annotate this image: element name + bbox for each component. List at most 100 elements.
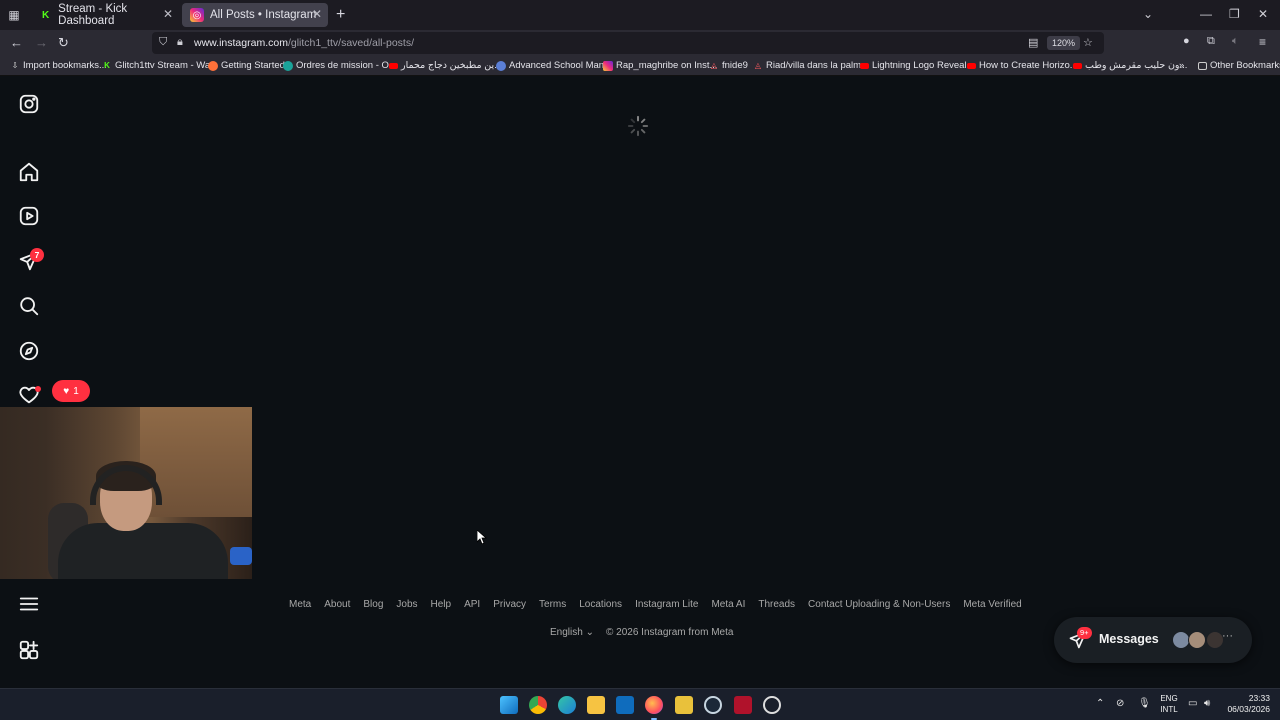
chevron-down-icon: ⌄	[582, 627, 594, 638]
footer-link-instagram-lite[interactable]: Instagram Lite	[635, 599, 698, 610]
network-icon[interactable]: ▭	[1188, 698, 1197, 709]
system-clock[interactable]: 23:33 06/03/2026	[1226, 693, 1270, 715]
address-bar[interactable]: ⛉ 🔒︎ www.instagram.com/glitch1_ttv/saved…	[152, 32, 1104, 54]
home-icon[interactable]	[18, 161, 40, 183]
also-from-meta-icon[interactable]	[18, 639, 40, 661]
footer-link-api[interactable]: API	[464, 599, 480, 610]
bookmark-item[interactable]: Rap_maghribe on Inst...	[603, 60, 717, 71]
bookmark-item[interactable]: ين مطبخين دجاج محمار...	[389, 60, 502, 71]
mute-icon[interactable]: 🔈︎	[1232, 35, 1239, 48]
airbnb-icon: ◬	[754, 60, 762, 70]
messages-button[interactable]: 9+ Messages ···	[1054, 617, 1252, 663]
app-red-icon[interactable]	[734, 696, 752, 714]
windows-taskbar: ⌃ ⊘ 🎙︎ ENG INTL ▭ 🔊︎ 23:33 06/03/2026	[0, 688, 1280, 720]
kick-favicon-icon: K	[41, 9, 50, 21]
back-arrow-icon[interactable]: ←	[10, 35, 23, 50]
more-options-icon[interactable]: ···	[1222, 630, 1233, 642]
start-windows-icon[interactable]	[500, 696, 518, 714]
bookmark-item[interactable]: ون حليب مقرمش وطب...	[1073, 60, 1187, 71]
heart-fill-icon: ♥	[63, 385, 70, 397]
tray-app-icon[interactable]: ⊘	[1116, 698, 1124, 709]
other-bookmarks[interactable]: Other Bookmarks	[1198, 60, 1280, 71]
zoom-level-badge[interactable]: 120%	[1047, 36, 1081, 50]
firefox-icon	[208, 60, 218, 71]
url-text[interactable]: www.instagram.com/glitch1_ttv/saved/all-…	[194, 37, 414, 49]
firefox-icon[interactable]	[645, 696, 663, 720]
bookmark-item[interactable]: Advanced School Man...	[496, 60, 612, 71]
language-select[interactable]: English ⌄	[550, 627, 594, 638]
forward-arrow-icon[interactable]: →	[35, 35, 48, 50]
bookmark-item[interactable]: ⇩ Import bookmarks...	[10, 60, 107, 71]
menu-icon[interactable]: ≡	[1259, 35, 1266, 49]
app-circle-icon[interactable]	[763, 696, 781, 714]
chrome-icon[interactable]	[529, 696, 547, 714]
new-tab-button[interactable]: +	[336, 6, 345, 24]
airbnb-icon: ◬	[710, 60, 718, 70]
messages-badge: 9+	[1077, 627, 1092, 639]
volume-icon[interactable]: 🔊︎	[1204, 698, 1210, 709]
browser-nav-bar: ← → ↻ ⛉ 🔒︎ www.instagram.com/glitch1_ttv…	[0, 30, 1280, 56]
activity-dot	[35, 386, 41, 392]
app-yellow-icon[interactable]	[675, 696, 693, 714]
bookmark-item[interactable]: Ordres de mission - O...	[283, 60, 397, 71]
bookmark-item[interactable]: K Glitch1ttv Stream - Wa...	[102, 60, 218, 71]
more-menu-icon[interactable]	[18, 593, 40, 615]
youtube-icon	[860, 62, 869, 69]
instagram-icon	[603, 60, 613, 71]
steam-icon[interactable]	[704, 696, 722, 714]
reload-icon[interactable]: ↻	[58, 35, 69, 51]
reels-icon[interactable]	[18, 205, 40, 227]
bookmark-item[interactable]: Lightning Logo Reveal...	[860, 60, 974, 71]
footer-link-threads[interactable]: Threads	[758, 599, 795, 610]
folder-icon	[1198, 61, 1207, 70]
footer-link-about[interactable]: About	[324, 599, 350, 610]
close-tab-icon[interactable]: ✕	[163, 7, 173, 21]
likes-notification-pill[interactable]: ♥ 1	[52, 380, 90, 402]
tab-title: Stream - Kick Dashboard	[58, 3, 128, 27]
instagram-logo-icon[interactable]	[18, 93, 40, 115]
footer-link-privacy[interactable]: Privacy	[493, 599, 526, 610]
input-language[interactable]: ENG INTL	[1158, 693, 1180, 715]
loading-spinner-icon	[627, 115, 649, 137]
copyright-text: © 2026 Instagram from Meta	[606, 627, 734, 638]
footer-link-meta-ai[interactable]: Meta AI	[711, 599, 745, 610]
footer-link-locations[interactable]: Locations	[579, 599, 622, 610]
kick-icon: K	[104, 60, 110, 70]
tab-instagram[interactable]: ◎ All Posts • Instagram ✕	[182, 3, 328, 27]
tray-overflow-icon[interactable]: ⌃	[1096, 698, 1104, 709]
bookmark-item[interactable]: ◬ Riad/villa dans la palm...	[753, 60, 869, 71]
file-explorer-icon[interactable]	[587, 696, 605, 714]
footer-link-contact-uploading[interactable]: Contact Uploading & Non-Users	[808, 599, 950, 610]
window-close-button[interactable]: ✕	[1258, 7, 1268, 21]
account-icon[interactable]: ●	[1183, 35, 1190, 47]
import-icon: ⇩	[11, 60, 19, 70]
tab-kick-dashboard[interactable]: K Stream - Kick Dashboard ✕	[31, 3, 179, 27]
footer-link-meta-verified[interactable]: Meta Verified	[963, 599, 1021, 610]
minimize-button[interactable]: —	[1200, 7, 1212, 21]
bookmark-item[interactable]: ◬ fnide9	[709, 60, 748, 71]
shield-icon[interactable]: ⛉	[159, 36, 167, 49]
bookmark-item[interactable]: Getting Started	[208, 60, 285, 71]
webcam-overlay	[0, 407, 252, 579]
footer-link-help[interactable]: Help	[431, 599, 452, 610]
outlook-icon[interactable]	[616, 696, 634, 714]
footer-link-meta[interactable]: Meta	[289, 599, 311, 610]
microphone-icon[interactable]: 🎙︎	[1138, 698, 1151, 709]
lock-icon[interactable]: 🔒︎	[177, 36, 183, 49]
bookmark-item[interactable]: How to Create Horizo...	[967, 60, 1078, 71]
maximize-button[interactable]: ❐	[1229, 7, 1240, 21]
bookmark-star-icon[interactable]: ☆	[1083, 36, 1093, 49]
close-tab-icon[interactable]: ✕	[312, 7, 322, 21]
tab-list-icon[interactable]: ▦	[0, 0, 28, 30]
footer-link-jobs[interactable]: Jobs	[396, 599, 417, 610]
footer-link-terms[interactable]: Terms	[539, 599, 566, 610]
extensions-icon[interactable]: ⧉	[1207, 35, 1215, 48]
explore-icon[interactable]	[18, 340, 40, 362]
reader-view-icon[interactable]: ▤	[1028, 36, 1038, 49]
edge-icon[interactable]	[558, 696, 576, 714]
bookmarks-overflow-icon[interactable]: »	[1179, 60, 1184, 71]
search-icon[interactable]	[18, 295, 40, 317]
tab-overflow-chevron-icon[interactable]: ⌄	[1143, 7, 1153, 21]
footer-link-blog[interactable]: Blog	[363, 599, 383, 610]
youtube-icon	[967, 62, 976, 69]
